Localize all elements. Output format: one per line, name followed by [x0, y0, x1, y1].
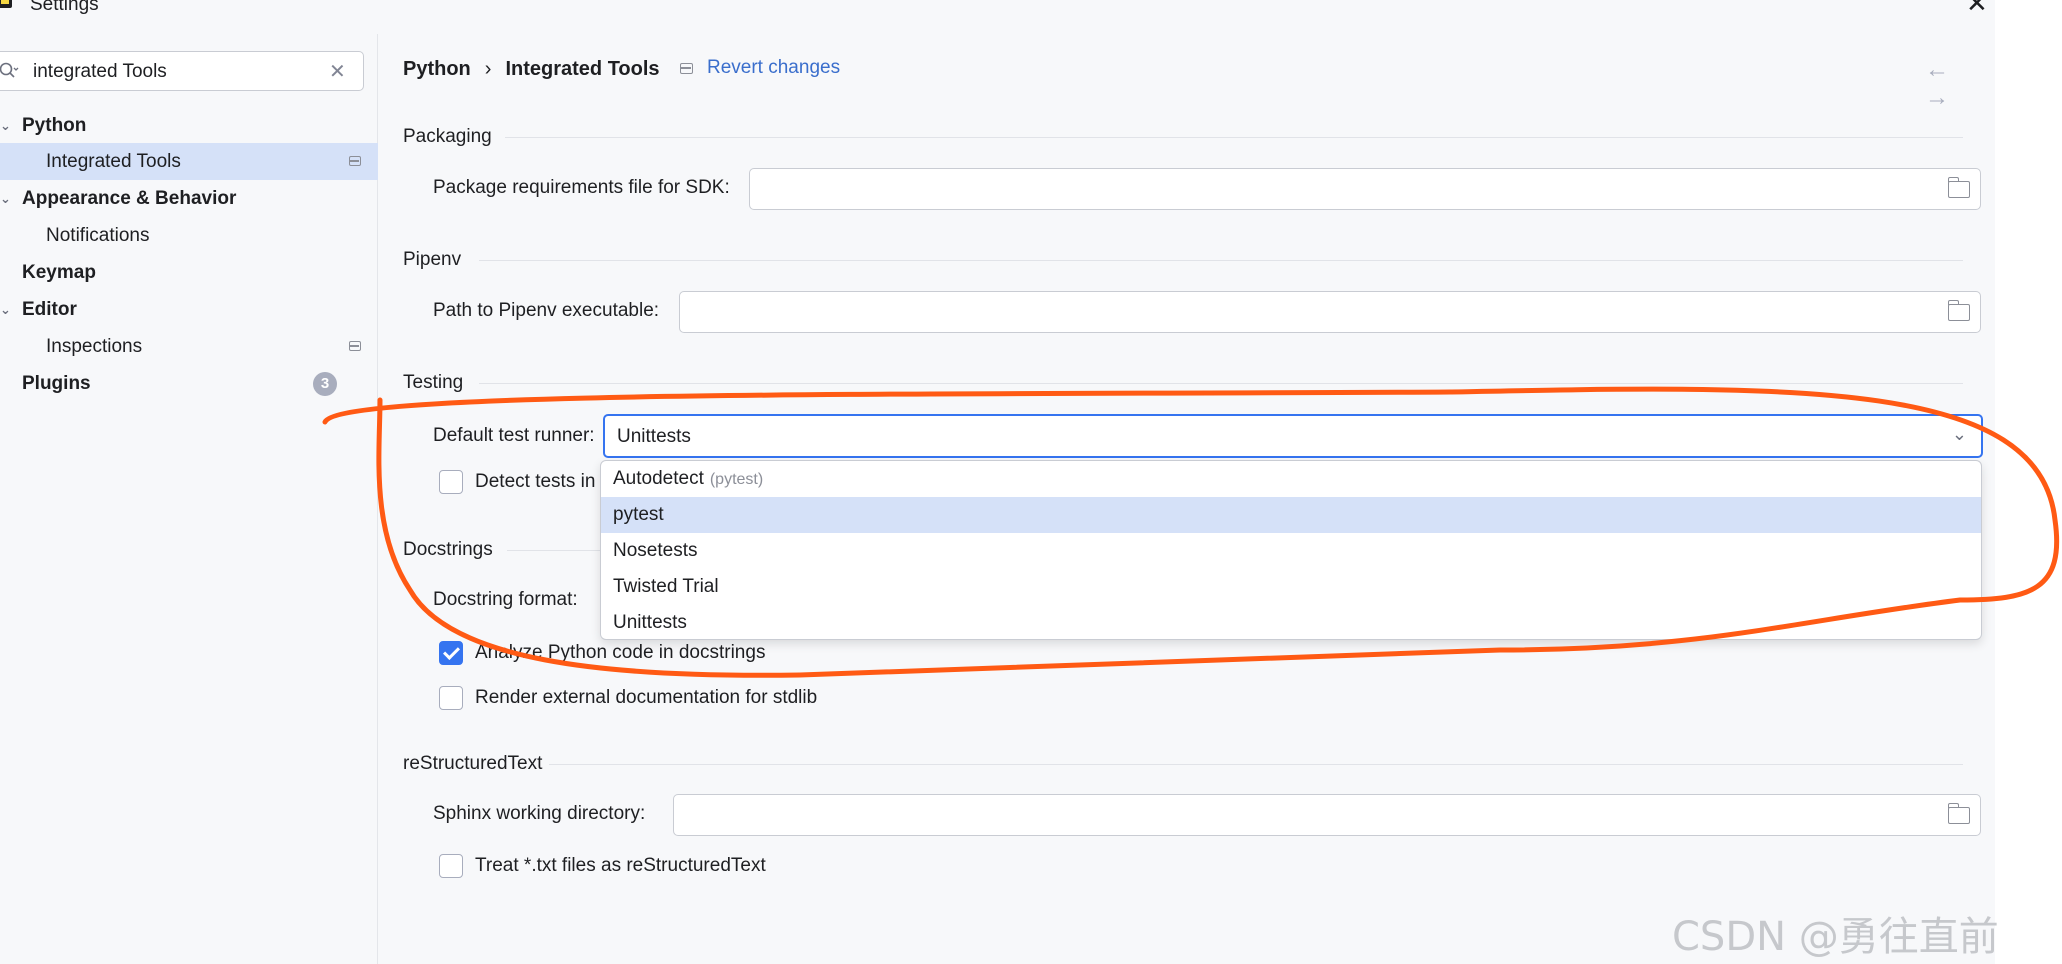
window-title: Settings: [30, 0, 99, 15]
breadcrumb: Python › Integrated Tools: [403, 58, 660, 81]
sidebar-item-plugins[interactable]: Plugins 3: [0, 365, 378, 402]
render-docs-label: Render external documentation for stdlib: [475, 687, 818, 708]
background-strip: [1995, 0, 2062, 964]
watermark: CSDN @勇往直前plus: [1672, 914, 1999, 964]
sdk-requirements-field[interactable]: [749, 168, 1981, 210]
section-divider: [479, 383, 1963, 384]
section-docstrings-title: Docstrings: [403, 539, 493, 560]
clear-icon[interactable]: ✕: [329, 59, 346, 84]
sphinx-directory-field[interactable]: [673, 794, 1981, 836]
folder-icon[interactable]: [1947, 803, 1970, 824]
render-docs-checkbox[interactable]: [439, 686, 463, 710]
pycharm-icon: [0, 0, 12, 8]
section-divider: [479, 260, 1963, 261]
dropdown-option-nosetests[interactable]: Nosetests: [601, 533, 1981, 569]
test-runner-dropdown: Autodetect (pytest) pytest Nosetests Twis…: [600, 460, 1982, 640]
chevron-down-icon[interactable]: ⌄: [0, 180, 11, 217]
sidebar-item-label: Editor: [22, 299, 77, 320]
sidebar-item-label: Appearance & Behavior: [22, 188, 237, 209]
sidebar-item-label: Keymap: [22, 262, 96, 283]
sidebar-item-label: Notifications: [46, 225, 150, 246]
section-rest-title: reStructuredText: [403, 753, 543, 774]
pipenv-path-field[interactable]: [679, 291, 1981, 333]
docstring-format-label: Docstring format:: [433, 589, 578, 610]
section-divider: [505, 137, 1963, 138]
dropdown-option-pytest[interactable]: pytest: [601, 497, 1981, 533]
option-label: Nosetests: [613, 540, 698, 561]
project-scope-icon: [349, 341, 361, 351]
title-bar: Settings ✕: [0, 0, 1995, 34]
option-label: Twisted Trial: [613, 576, 719, 597]
section-divider: [507, 550, 607, 551]
sidebar-item-integrated-tools[interactable]: Integrated Tools: [0, 143, 378, 180]
chevron-down-icon[interactable]: ⌄: [1952, 424, 1967, 445]
detect-tests-checkbox[interactable]: [439, 470, 463, 494]
option-label: Unittests: [613, 612, 687, 633]
section-divider: [549, 764, 1963, 765]
dropdown-option-twisted-trial[interactable]: Twisted Trial: [601, 569, 1981, 605]
test-runner-label: Default test runner:: [433, 425, 595, 446]
sdk-requirements-label: Package requirements file for SDK:: [433, 177, 730, 198]
breadcrumb-python[interactable]: Python: [403, 58, 471, 81]
breadcrumb-separator: ›: [484, 58, 492, 80]
sidebar-item-keymap[interactable]: Keymap: [0, 254, 378, 291]
sidebar-item-inspections[interactable]: Inspections: [0, 328, 378, 365]
search-value: integrated Tools: [33, 61, 167, 82]
plugins-count-badge: 3: [313, 372, 337, 396]
back-forward-icon[interactable]: ← →: [1925, 56, 1995, 112]
sphinx-directory-label: Sphinx working directory:: [433, 803, 646, 824]
folder-icon[interactable]: [1947, 300, 1970, 321]
treat-txt-checkbox[interactable]: [439, 854, 463, 878]
option-label: pytest: [613, 504, 664, 525]
dropdown-option-unittests[interactable]: Unittests: [601, 605, 1981, 639]
test-runner-combobox[interactable]: Unittests ⌄: [603, 414, 1983, 458]
section-packaging-title: Packaging: [403, 126, 492, 147]
sidebar-item-python[interactable]: ⌄ Python: [0, 107, 378, 144]
sidebar-item-editor[interactable]: ⌄ Editor: [0, 291, 378, 328]
folder-icon[interactable]: [1947, 177, 1970, 198]
settings-sidebar: integrated Tools ✕ ⌄ Python Integrated T…: [0, 34, 378, 964]
chevron-down-icon[interactable]: ⌄: [0, 107, 11, 144]
sidebar-item-notifications[interactable]: Notifications: [0, 217, 378, 254]
sidebar-item-label: Integrated Tools: [46, 151, 181, 172]
sidebar-item-label: Python: [22, 115, 87, 136]
project-scope-icon: [680, 63, 693, 74]
sidebar-item-appearance[interactable]: ⌄ Appearance & Behavior: [0, 180, 378, 217]
analyze-docstrings-label: Analyze Python code in docstrings: [475, 642, 766, 663]
settings-window: Settings ✕ integrated Tools ✕ ⌄ Python I…: [0, 0, 1995, 964]
test-runner-value: Unittests: [617, 426, 691, 447]
dropdown-option-autodetect[interactable]: Autodetect (pytest): [601, 461, 1981, 497]
pipenv-path-label: Path to Pipenv executable:: [433, 300, 660, 321]
section-pipenv-title: Pipenv: [403, 249, 462, 270]
sidebar-item-label: Inspections: [46, 336, 143, 357]
sidebar-item-label: Plugins: [22, 373, 91, 394]
chevron-down-icon[interactable]: ⌄: [0, 291, 11, 328]
breadcrumb-integrated-tools: Integrated Tools: [505, 58, 660, 80]
detect-tests-label: Detect tests in: [475, 471, 596, 492]
option-label: Autodetect: [613, 468, 704, 489]
analyze-docstrings-checkbox[interactable]: [439, 641, 463, 665]
close-icon[interactable]: ✕: [1966, 0, 1988, 16]
project-scope-icon: [349, 156, 361, 166]
revert-changes-link[interactable]: Revert changes: [707, 57, 840, 79]
option-hint: (pytest): [709, 471, 764, 488]
section-testing-title: Testing: [403, 372, 464, 393]
search-icon: [0, 62, 19, 78]
search-input[interactable]: integrated Tools ✕: [0, 51, 364, 91]
treat-txt-label: Treat *.txt files as reStructuredText: [475, 855, 766, 876]
